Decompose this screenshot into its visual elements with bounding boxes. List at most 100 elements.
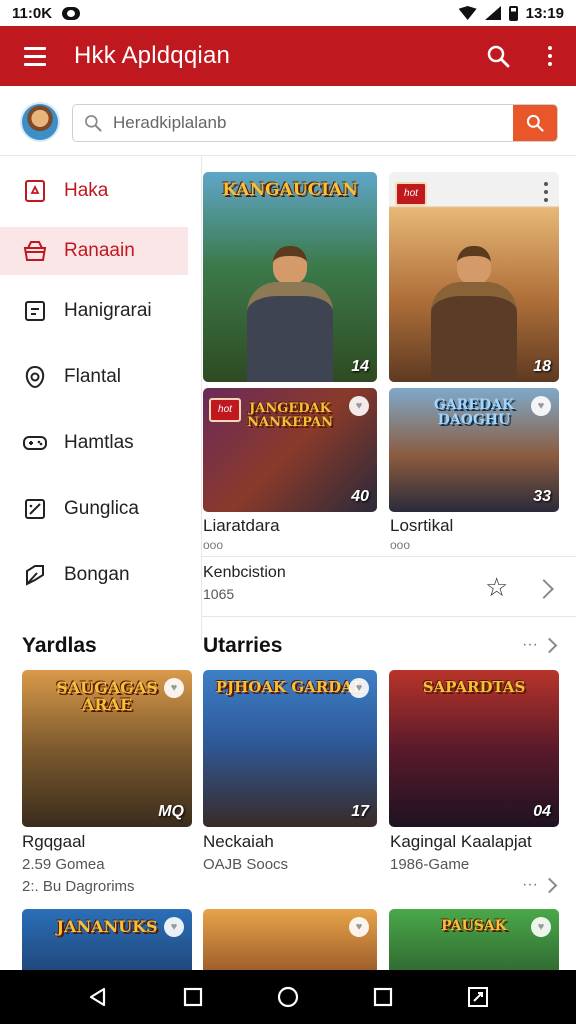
back-icon — [89, 987, 105, 1007]
search-icon — [487, 45, 510, 68]
game-art-title: GAREDAK DAOGHU — [433, 397, 515, 428]
more-vert-icon — [548, 46, 552, 66]
see-more-button[interactable]: ··· — [522, 636, 558, 654]
favorite-icon[interactable]: ♥ — [531, 396, 551, 416]
signal-icon — [484, 6, 501, 20]
game-card[interactable]: hot 18 — [389, 172, 559, 382]
back-button[interactable] — [78, 977, 118, 1017]
game-art-title: SAPARDTAS — [422, 678, 526, 696]
gamepad-icon — [22, 178, 48, 204]
search-submit-button[interactable] — [513, 105, 557, 141]
game-card[interactable]: SAUGAGAS ARAE ♥ MQ — [22, 670, 192, 827]
status-bar: 11:0K 13:19 — [0, 0, 576, 26]
drawer-item-label: Bongan — [64, 564, 130, 585]
drawer-item-ranaain[interactable]: Ranaain — [0, 227, 188, 275]
game-card[interactable]: KANGAUCIAN 14 — [203, 172, 377, 382]
game-card[interactable]: GAREDAK DAOGHU ♥ 33 — [389, 388, 559, 512]
hot-badge: hot — [395, 182, 427, 206]
divider — [202, 616, 576, 617]
game-rating: MQ — [158, 803, 184, 820]
more-horiz-icon: ··· — [522, 636, 538, 653]
drawer-item-label: Ranaain — [64, 240, 135, 261]
search-field[interactable] — [72, 104, 558, 142]
nav-drawer: Haka Ranaain Hanigrarai Flantal Hamtlas — [0, 156, 202, 640]
drawer-item-label: Flantal — [64, 366, 122, 387]
drawer-item-gunglica[interactable]: Gunglica — [0, 476, 201, 542]
info-subtitle: 1065 — [203, 586, 235, 602]
game-title[interactable]: Neckaiah — [203, 832, 274, 852]
favorite-icon[interactable]: ♥ — [164, 678, 184, 698]
game-subtitle: ooo — [390, 538, 411, 552]
chevron-right-icon — [541, 637, 558, 653]
game-art-title: PJHOAK GARDAE — [215, 678, 365, 696]
game-title[interactable]: Rgqgaal — [22, 832, 85, 852]
game-title[interactable]: Losrtikal — [390, 516, 453, 536]
home-button[interactable] — [268, 977, 308, 1017]
square-icon — [183, 987, 202, 1007]
info-title: Kenbcistion — [203, 564, 286, 581]
overview-button[interactable] — [173, 977, 213, 1017]
favorite-icon[interactable]: ♥ — [349, 396, 369, 416]
section-title: Utarries — [203, 634, 283, 657]
drawer-item-label: Hanigrarai — [64, 300, 152, 321]
favorite-icon[interactable]: ♥ — [349, 917, 369, 937]
info-row[interactable]: Kenbcistion 1065 ☆ — [203, 558, 576, 614]
home-icon — [277, 986, 299, 1008]
calendar-icon — [22, 298, 48, 324]
drawer-item-haka[interactable]: Haka — [0, 158, 201, 224]
game-art-title: JANANUKS — [56, 917, 158, 936]
game-subtitle: 2.59 Gomea — [22, 856, 105, 873]
recents-button[interactable] — [363, 977, 403, 1017]
game-art-title: SAUGAGAS ARAE — [56, 678, 158, 714]
game-card[interactable]: hot JANGEDAK NANKEPAN ♥ 40 — [203, 388, 377, 512]
app-bar: Hkk Apldqqian — [0, 26, 576, 86]
rotate-button[interactable] — [458, 977, 498, 1017]
store-icon — [22, 238, 48, 264]
game-card[interactable]: SAPARDTAS 04 — [389, 670, 559, 827]
favorite-icon[interactable]: ♥ — [531, 917, 551, 937]
game-rating: 14 — [351, 358, 369, 375]
drawer-item-hanigrarai[interactable]: Hanigrarai — [0, 278, 201, 344]
game-rating: 18 — [533, 358, 551, 375]
star-button[interactable]: ☆ — [485, 572, 508, 603]
drawer-item-hamtlas[interactable]: Hamtlas — [0, 410, 201, 476]
more-vert-icon — [544, 182, 548, 204]
drawer-item-flantal[interactable]: Flantal — [0, 344, 201, 410]
section-title: Yardlas — [22, 634, 97, 657]
flag-icon — [22, 562, 48, 588]
system-nav-bar — [0, 970, 576, 1024]
game-title[interactable]: Kagingal Kaalapjat — [390, 832, 532, 852]
search-button[interactable] — [472, 26, 524, 86]
menu-button[interactable] — [0, 26, 70, 86]
game-rating: 40 — [351, 488, 369, 505]
app-title: Hkk Apldqqian — [74, 42, 231, 69]
game-subtitle: ooo — [203, 538, 224, 552]
card-more-button[interactable] — [538, 182, 554, 204]
record-icon — [62, 6, 81, 20]
favorite-icon[interactable]: ♥ — [164, 917, 184, 937]
game-subtitle: 2:. Bu Dagrorims — [22, 878, 135, 895]
chevron-right-icon — [541, 877, 558, 893]
drawer-item-bongan[interactable]: Bongan — [0, 542, 201, 608]
search-icon — [526, 114, 544, 132]
game-rating: 04 — [533, 803, 551, 820]
chart-icon — [22, 496, 48, 522]
menu-icon — [24, 46, 46, 50]
overflow-menu-button[interactable] — [524, 26, 576, 86]
favorite-icon[interactable]: ♥ — [349, 678, 369, 698]
shield-icon — [22, 364, 48, 390]
see-more-button[interactable]: ··· — [522, 876, 558, 894]
divider — [202, 556, 576, 557]
game-title[interactable]: Liaratdara — [203, 516, 280, 536]
more-horiz-icon: ··· — [522, 876, 538, 893]
game-subtitle: 1986-Game — [390, 856, 470, 873]
game-rating: 17 — [351, 803, 369, 820]
game-art-title: JANGEDAK NANKEPAN — [247, 401, 333, 430]
drawer-item-label: Gunglica — [64, 498, 139, 519]
avatar[interactable] — [20, 102, 60, 142]
status-clock: 13:19 — [525, 4, 564, 22]
app-screen: 11:0K 13:19 Hkk Apldqqian Heradkiplalanb… — [0, 0, 576, 1024]
game-card[interactable]: PJHOAK GARDAE ♥ 17 — [203, 670, 377, 827]
star-icon: ☆ — [485, 572, 509, 602]
search-input[interactable] — [113, 113, 513, 133]
